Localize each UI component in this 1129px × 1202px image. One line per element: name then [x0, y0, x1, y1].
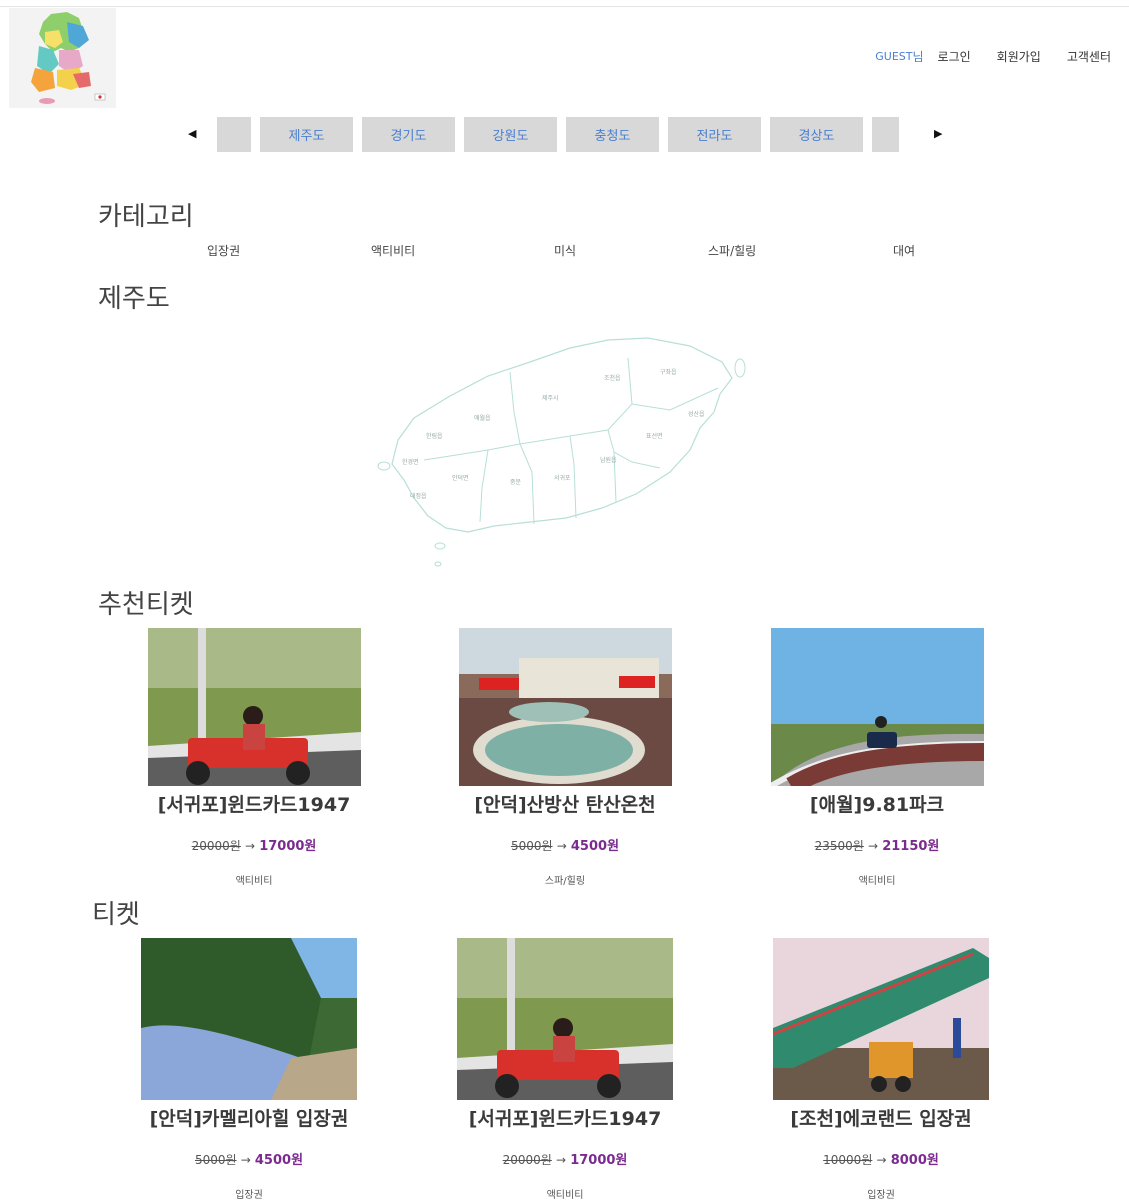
- kart-photo[interactable]: [147, 628, 361, 786]
- card-price: 5000원 → 4500원: [450, 835, 680, 854]
- recommended-card-2[interactable]: [안덕]산방산 탄산온천 5000원 → 4500원 스파/힐링: [450, 628, 680, 887]
- card-category: 액티비티: [235, 876, 273, 887]
- map-label-hallim: 한림읍: [426, 432, 443, 440]
- ticket-card-2[interactable]: [서귀포]윈드카드1947 20000원 → 17000원 액티비티: [450, 938, 680, 1201]
- jeju-outline: [391, 337, 733, 533]
- category-item-activity[interactable]: 액티비티: [371, 242, 415, 259]
- original-price: 23500원: [814, 839, 864, 853]
- signup-link[interactable]: 회원가입: [997, 48, 1041, 65]
- map-label-aewol: 애월읍: [474, 414, 491, 422]
- sale-price: 4500원: [254, 1153, 304, 1168]
- support-link[interactable]: 고객센터: [1067, 48, 1111, 65]
- map-label-seogwipo: 서귀포: [554, 474, 571, 482]
- original-price: 10000원: [823, 1153, 873, 1167]
- card-title[interactable]: [서귀포]윈드카드1947: [139, 790, 369, 817]
- card-price: 20000원 → 17000원: [450, 1149, 680, 1168]
- card-category: 입장권: [235, 1190, 263, 1201]
- region-tab-gyeonggi[interactable]: 경기도: [362, 117, 455, 152]
- sale-price: 17000원: [259, 839, 317, 854]
- price-arrow: →: [244, 839, 256, 853]
- map-label-hangyeong: 한경면: [402, 458, 419, 466]
- guest-suffix: 님: [912, 50, 924, 64]
- sale-price: 4500원: [570, 839, 620, 854]
- map-label-jejusi: 제주시: [542, 394, 559, 402]
- original-price: 20000원: [191, 839, 241, 853]
- map-label-jocheon: 조천읍: [604, 374, 621, 382]
- card-title[interactable]: [안덕]산방산 탄산온천: [450, 790, 680, 817]
- card-title[interactable]: [안덕]카멜리아힐 입장권: [134, 1104, 364, 1131]
- original-price: 5000원: [510, 839, 553, 853]
- sale-price: 21150원: [882, 839, 940, 854]
- category-item-food[interactable]: 미식: [554, 242, 576, 259]
- top-nav: GUEST 님 로그인 회원가입 고객센터: [875, 48, 1111, 65]
- district-borders: [423, 357, 719, 525]
- category-item-ticket[interactable]: 입장권: [207, 242, 240, 259]
- card-title[interactable]: [서귀포]윈드카드1947: [450, 1104, 680, 1131]
- site-logo[interactable]: [9, 8, 116, 108]
- card-category: 입장권: [867, 1190, 895, 1201]
- guest-name: GUEST: [875, 50, 913, 63]
- card-category: 스파/힐링: [544, 876, 586, 887]
- map-label-pyoseon: 표선면: [646, 432, 663, 440]
- category-item-rental[interactable]: 대여: [893, 242, 915, 259]
- category-title: 카테고리: [98, 202, 194, 232]
- region-tab-gangwon[interactable]: 강원도: [464, 117, 557, 152]
- region-tab-jeju[interactable]: 제주도: [260, 117, 353, 152]
- map-label-jungmun: 중문: [510, 479, 522, 486]
- hot-spring-photo[interactable]: [458, 628, 672, 786]
- original-price: 5000원: [194, 1153, 237, 1167]
- jeju-map[interactable]: 제주시 조천읍 구좌읍 애월읍 한림읍 한경면 안덕면 중문 서귀포 남원읍 표…: [370, 332, 760, 572]
- park-photo[interactable]: [770, 628, 984, 786]
- price-arrow: →: [240, 1153, 251, 1167]
- region-tab-blank[interactable]: [217, 117, 251, 152]
- map-label-daejeong: 대정읍: [410, 492, 427, 500]
- recommended-title: 추천티켓: [98, 590, 194, 620]
- region-slider: ◀ 제주도 경기도 강원도 충청도 전라도 경상도 서 ▶: [186, 117, 952, 153]
- udo-island: [734, 358, 746, 378]
- ticket-card-1[interactable]: [안덕]카멜리아힐 입장권 5000원 → 4500원 입장권: [134, 938, 364, 1201]
- tickets-title: 티켓: [92, 900, 140, 930]
- recommended-card-1[interactable]: [서귀포]윈드카드1947 20000원 → 17000원 액티비티: [139, 628, 369, 887]
- price-arrow: →: [556, 839, 567, 853]
- map-label-gujwa: 구좌읍: [660, 368, 677, 376]
- card-category: 액티비티: [546, 1190, 584, 1201]
- prev-arrow-icon[interactable]: ◀: [188, 127, 196, 140]
- card-price: 23500원 → 21150원: [762, 835, 992, 854]
- korea-map-logo: [9, 8, 116, 108]
- map-label-seongsan: 성산읍: [688, 410, 705, 418]
- login-link[interactable]: 로그인: [938, 48, 971, 65]
- kart-photo[interactable]: [457, 938, 673, 1100]
- marado-island: [434, 561, 442, 567]
- map-label-andeok: 안덕면: [452, 474, 469, 482]
- card-category: 액티비티: [858, 876, 896, 887]
- card-price: 5000원 → 4500원: [134, 1149, 364, 1168]
- region-track: 제주도 경기도 강원도 충청도 전라도 경상도 서: [217, 117, 899, 153]
- card-title[interactable]: [애월]9.81파크: [762, 790, 992, 817]
- camellia-hill-photo[interactable]: [141, 938, 357, 1100]
- price-arrow: →: [876, 1153, 887, 1167]
- region-tab-seoul[interactable]: 서: [872, 117, 899, 152]
- ecoland-photo[interactable]: [773, 938, 989, 1100]
- biyangdo-island: [377, 461, 391, 471]
- region-tab-gyeongsang[interactable]: 경상도: [770, 117, 863, 152]
- region-title: 제주도: [98, 284, 170, 314]
- region-tab-jeolla[interactable]: 전라도: [668, 117, 761, 152]
- sale-price: 17000원: [570, 1153, 628, 1168]
- category-item-spa[interactable]: 스파/힐링: [708, 242, 756, 259]
- sale-price: 8000원: [890, 1153, 939, 1168]
- card-price: 20000원 → 17000원: [139, 835, 369, 854]
- recommended-card-3[interactable]: [애월]9.81파크 23500원 → 21150원 액티비티: [762, 628, 992, 887]
- price-arrow: →: [867, 839, 879, 853]
- region-tab-chungcheong[interactable]: 충청도: [566, 117, 659, 152]
- card-price: 10000원 → 8000원: [766, 1149, 996, 1168]
- top-divider: [0, 6, 1129, 7]
- price-arrow: →: [555, 1153, 567, 1167]
- ticket-card-3[interactable]: [조천]에코랜드 입장권 10000원 → 8000원 입장권: [766, 938, 996, 1201]
- original-price: 20000원: [502, 1153, 552, 1167]
- map-label-namwon: 남원읍: [600, 456, 617, 464]
- gapado-island: [434, 542, 446, 550]
- card-title[interactable]: [조천]에코랜드 입장권: [766, 1104, 996, 1131]
- next-arrow-icon[interactable]: ▶: [934, 127, 942, 140]
